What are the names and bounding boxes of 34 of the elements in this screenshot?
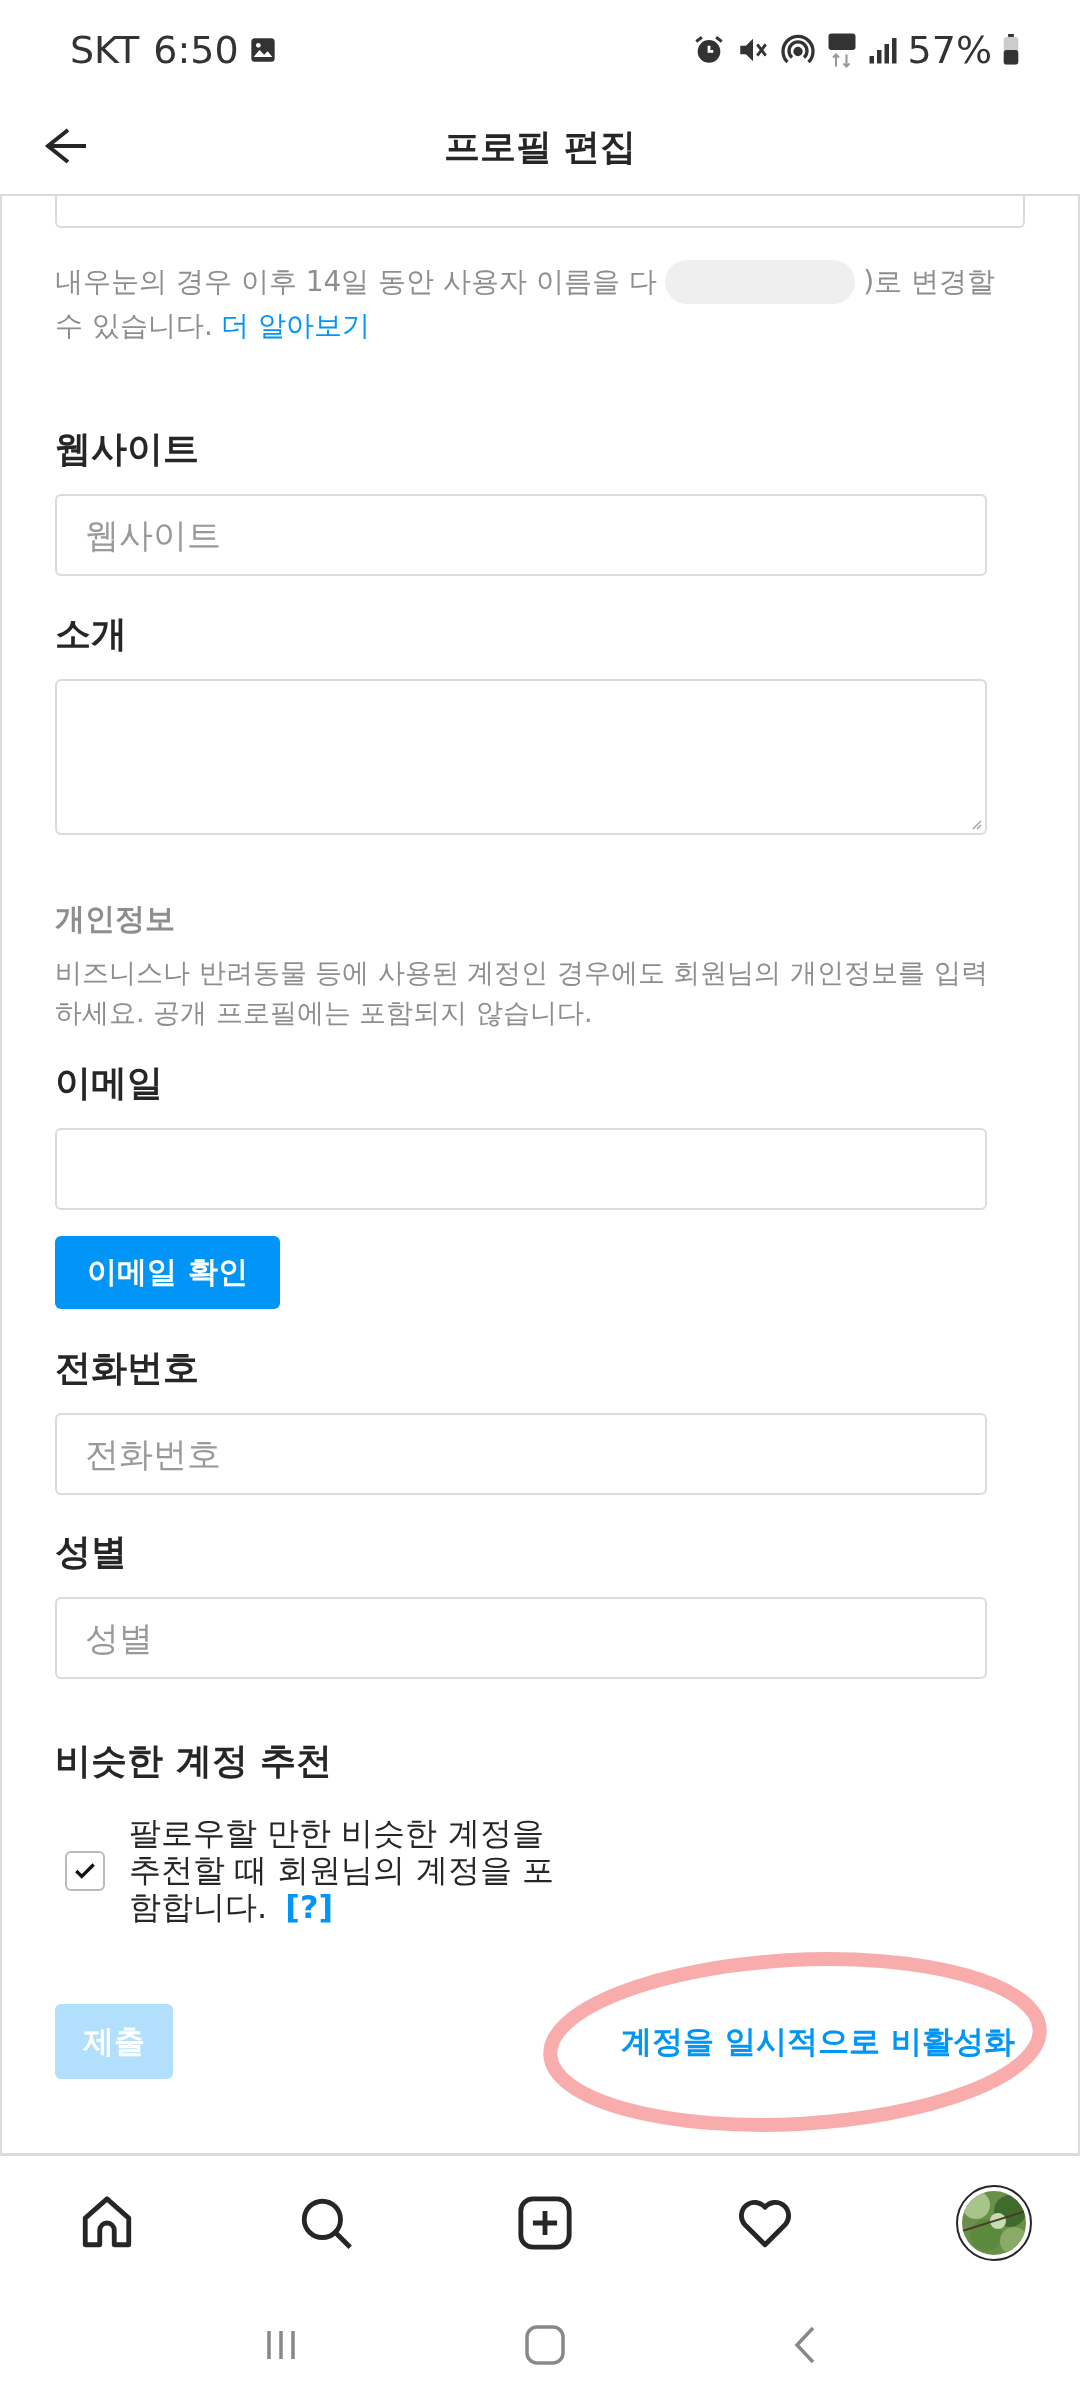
battery-text: 57% [907,28,992,72]
hint-text: 내우눈의 경우 이후 14일 동안 사용자 이름을 다 [55,264,657,300]
field-label: 전화번호 [55,1346,200,1390]
hint-text: 수 있습니다. [55,308,213,344]
gender-field[interactable]: 성별 [55,1597,987,1679]
image-icon [248,36,277,64]
battery-icon [1002,34,1020,66]
field-label: 소개 [55,612,128,656]
website-field[interactable]: 웹사이트 [55,494,987,576]
phone-field[interactable]: 전화번호 [55,1413,987,1495]
section-heading: 개인정보 [55,900,176,938]
learn-more-link[interactable]: 더 알아보기 [220,304,370,348]
section-description: 비즈니스나 반려동물 등에 사용된 계정인 경우에도 회원님의 개인정보를 입력하세요. 공개 프로필에는 포함되지 않습니다. [55,956,989,1030]
add-post-icon[interactable] [516,2194,574,2252]
carrier-text: SKT [70,28,140,72]
field-label: 웹사이트 [55,427,200,471]
checkbox[interactable] [65,1850,105,1891]
input-field[interactable] [55,196,1025,228]
hint-text: )로 변경할 [863,264,995,300]
section-heading: 비슷한 계정 추천 [55,1739,334,1783]
clock-text: 6:50 [153,28,239,72]
resize-handle-icon[interactable] [970,818,982,830]
bio-field[interactable] [55,679,987,835]
home-button-icon[interactable] [524,2324,566,2366]
email-field[interactable] [55,1128,987,1210]
field-label: 성별 [55,1530,128,1574]
deactivate-account-link[interactable]: 계정을 일시적으로 비활성화 [621,2020,1015,2063]
verify-email-button[interactable]: 이메일 확인 [55,1236,280,1309]
page-title: 프로필 편집 [443,124,637,169]
network-5g-icon [825,32,858,68]
help-link[interactable]: [?] [285,1888,334,1926]
checkbox-label: 팔로우할 만한 비슷한 계정을 추천할 때 회원님의 계정을 포함합니다. [?] [129,1815,555,1926]
signal-icon [867,35,898,65]
field-label: 이메일 [55,1061,164,1105]
